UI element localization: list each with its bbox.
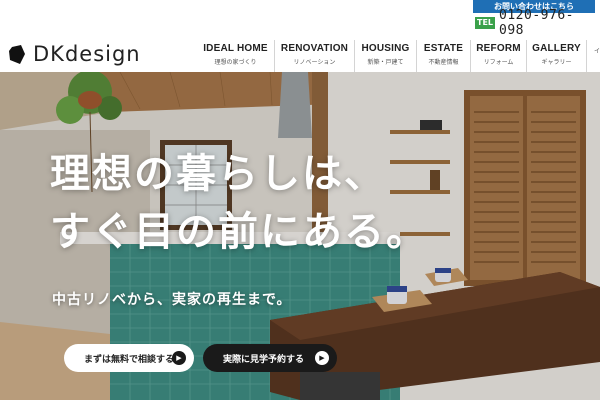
contact-box[interactable]: お問い合わせはこちら TEL 0120-976-098 [473, 0, 595, 38]
visit-reservation-button[interactable]: 実際に見学予約する ▶ [203, 344, 337, 372]
nav-label: REFORM [476, 43, 521, 54]
nav-sublabel: リノベーション [293, 59, 336, 66]
hero-subline: 中古リノベから、実家の再生まで。 [52, 292, 292, 308]
logo[interactable]: DKdesign [9, 42, 141, 66]
nav-item-renovation[interactable]: RENOVATION リノベーション [275, 40, 355, 72]
arrow-right-icon: ▶ [315, 351, 329, 365]
arrow-right-icon: ▶ [172, 351, 186, 365]
hero-headline-line1: 理想の暮らしは、 [50, 151, 386, 197]
button-label: まずは無料で相談する [84, 354, 175, 365]
nav-label: HOUSING [361, 43, 410, 54]
nav-sublabel: 理想の家づくり [214, 59, 257, 66]
nav-label: IDEAL HOME [203, 43, 268, 54]
free-consultation-button[interactable]: まずは無料で相談する ▶ [64, 344, 194, 372]
nav-item-overflow[interactable]: イ [587, 40, 600, 72]
nav-sublabel: 新築・戸建て [367, 59, 404, 66]
tel-number[interactable]: 0120-976-098 [499, 8, 595, 38]
brand-name: DKdesign [33, 42, 141, 66]
logo-mark-icon [9, 44, 25, 64]
nav-sublabel: 不動産情報 [428, 59, 459, 66]
nav-sublabel: リフォーム [483, 59, 514, 66]
global-nav: IDEAL HOME 理想の家づくり RENOVATION リノベーション HO… [197, 40, 600, 72]
nav-item-housing[interactable]: HOUSING 新築・戸建て [355, 40, 417, 72]
hero-headline-line2: すぐ目の前にある。 [50, 209, 428, 255]
nav-item-reform[interactable]: REFORM リフォーム [471, 40, 527, 72]
nav-item-ideal-home[interactable]: IDEAL HOME 理想の家づくり [197, 40, 275, 72]
nav-item-gallery[interactable]: GALLERY ギャラリー [527, 40, 587, 72]
nav-sublabel: イ [593, 48, 600, 55]
tel-badge: TEL [475, 17, 496, 29]
hero-headline: 理想の暮らしは、 すぐ目の前にある。 [50, 145, 428, 261]
nav-sublabel: ギャラリー [541, 59, 572, 66]
nav-label: GALLERY [532, 43, 581, 54]
site-header: DKdesign お問い合わせはこちら TEL 0120-976-098 IDE… [0, 0, 600, 72]
nav-label: RENOVATION [280, 43, 349, 54]
button-label: 実際に見学予約する [223, 354, 305, 365]
contact-phone[interactable]: TEL 0120-976-098 [473, 8, 595, 38]
nav-label: ESTATE [423, 43, 464, 54]
nav-item-estate[interactable]: ESTATE 不動産情報 [417, 40, 471, 72]
